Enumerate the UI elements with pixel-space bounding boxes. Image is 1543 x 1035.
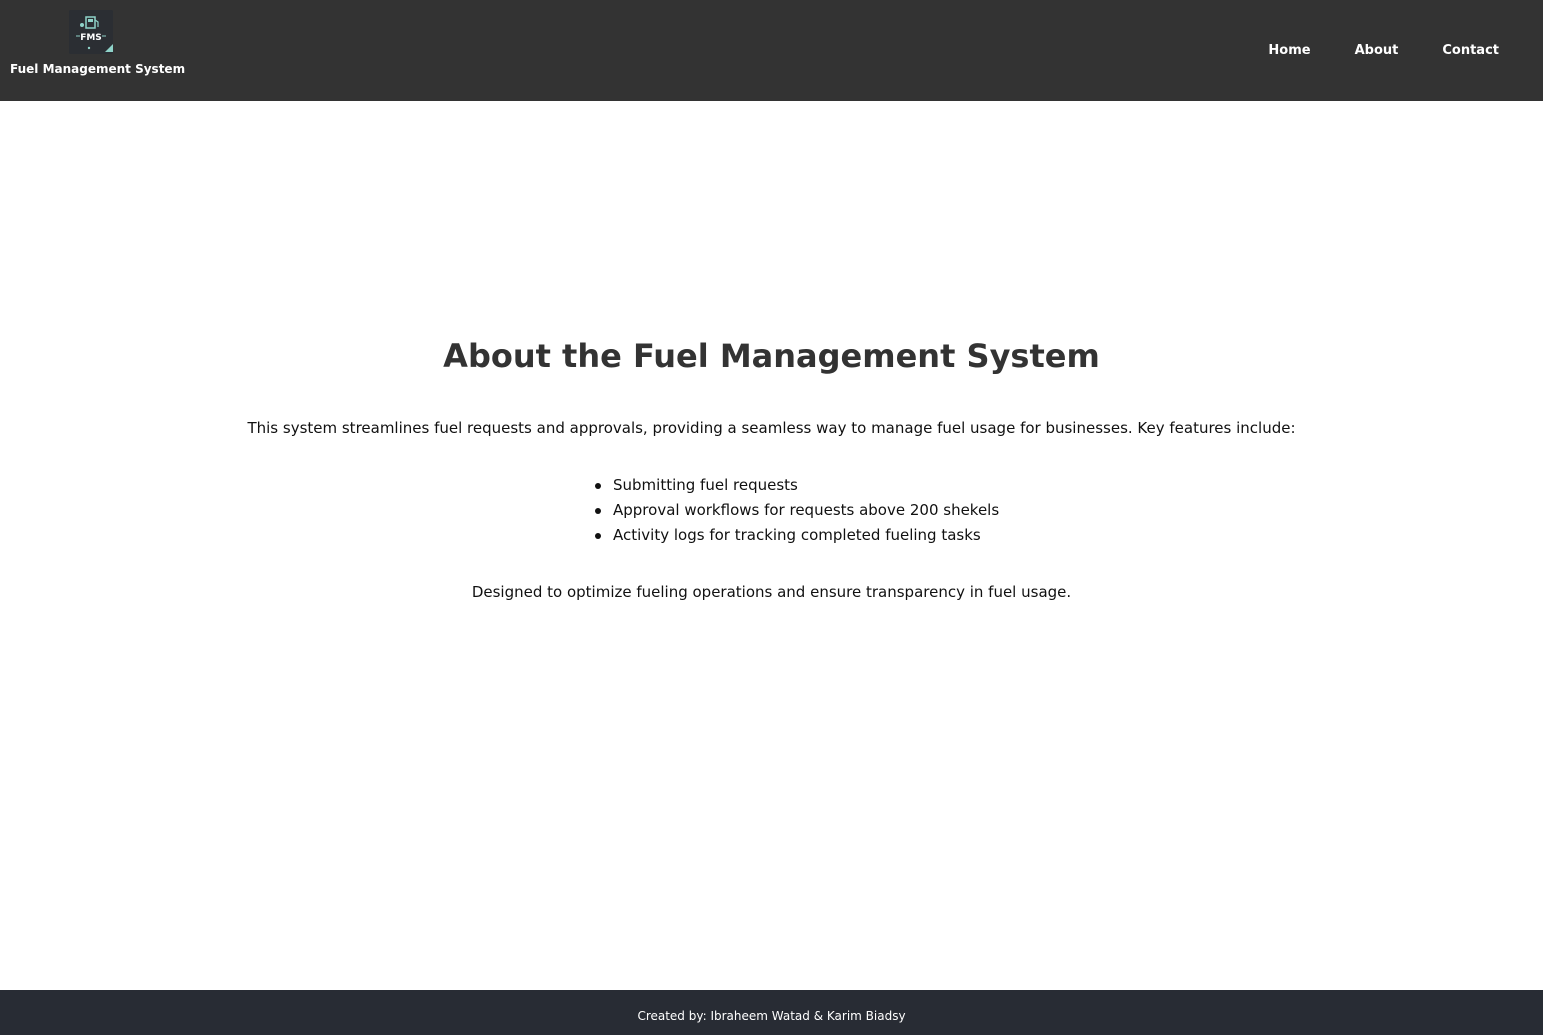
main-content: About the Fuel Management System This sy… [0, 101, 1543, 990]
main-nav: Home About Contact [1268, 0, 1543, 101]
site-header: FMS Fuel Management System Home About Co… [0, 0, 1543, 101]
nav-about-link[interactable]: About [1355, 43, 1399, 58]
feature-item: Activity logs for tracking completed fue… [594, 523, 999, 548]
feature-item: Approval workflows for requests above 20… [594, 498, 999, 523]
footer-credit: Created by: Ibraheem Watad & Karim Biads… [637, 1009, 906, 1023]
brand[interactable]: FMS Fuel Management System [10, 10, 186, 76]
logo-text: FMS [80, 33, 102, 43]
page-title: About the Fuel Management System [443, 337, 1100, 375]
brand-name: Fuel Management System [10, 62, 186, 76]
fms-logo[interactable]: FMS [69, 10, 113, 54]
nav-home-link[interactable]: Home [1268, 43, 1310, 58]
feature-list: Submitting fuel requests Approval workfl… [594, 473, 999, 548]
outro-paragraph: Designed to optimize fueling operations … [471, 583, 1072, 601]
fuel-pump-logo-icon: FMS [69, 10, 113, 54]
feature-item: Submitting fuel requests [594, 473, 999, 498]
site-footer: Created by: Ibraheem Watad & Karim Biads… [0, 990, 1543, 1035]
nav-contact-link[interactable]: Contact [1442, 43, 1499, 58]
page: FMS Fuel Management System Home About Co… [0, 0, 1543, 1035]
intro-paragraph: This system streamlines fuel requests an… [247, 419, 1296, 437]
